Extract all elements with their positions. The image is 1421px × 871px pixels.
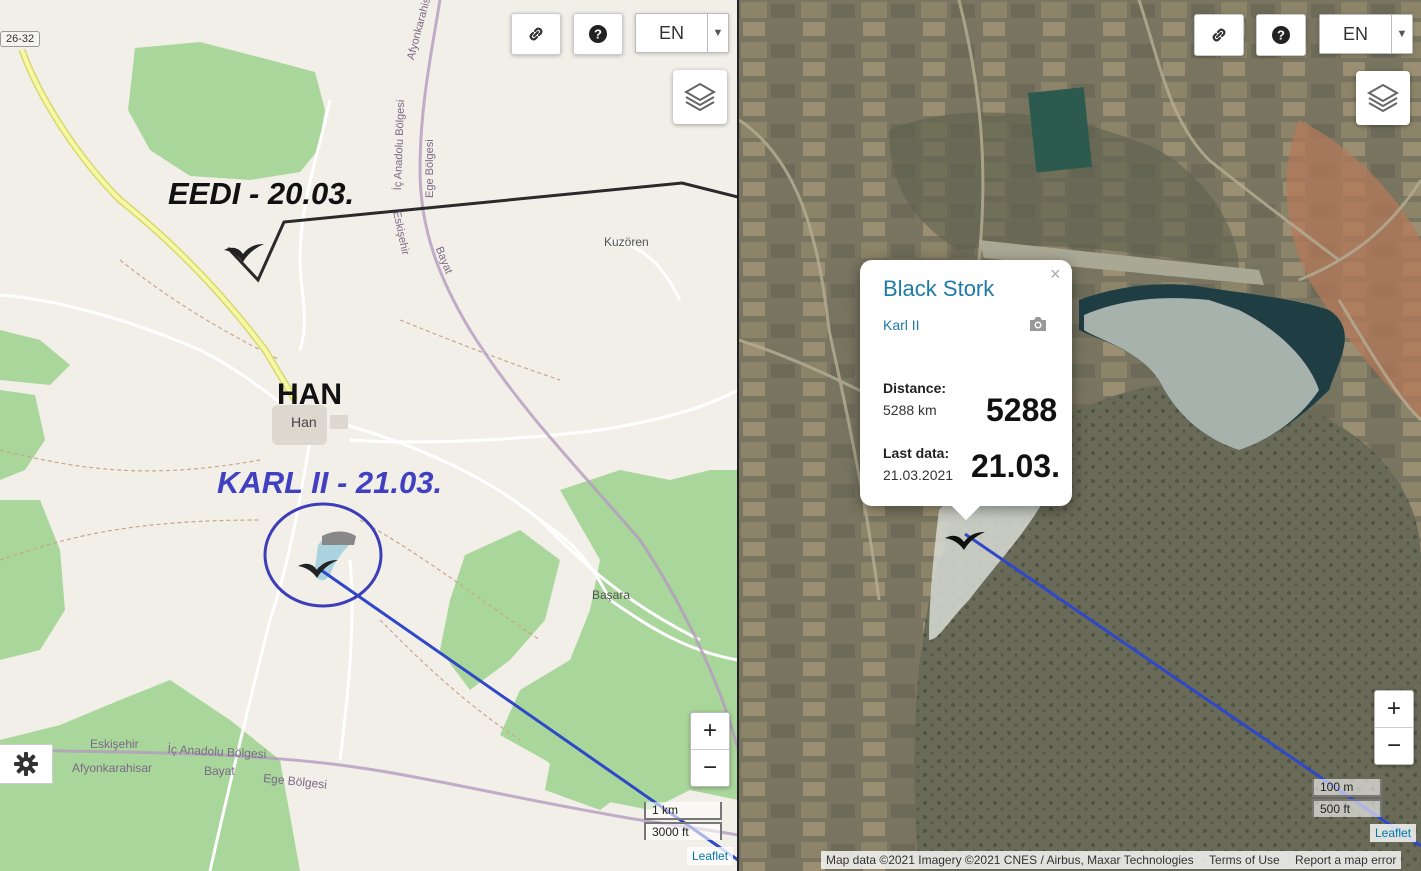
region-label-bayat: Bayat xyxy=(204,764,235,778)
lastdata-value: 21.03.2021 xyxy=(883,467,954,483)
bird-popup: × Black Stork Karl II Distance: 5288 km … xyxy=(860,260,1072,521)
language-select-right[interactable]: EN ▼ xyxy=(1319,14,1413,54)
leaflet-link[interactable]: Leaflet xyxy=(692,849,728,863)
report-error-link[interactable]: Report a map error xyxy=(1295,853,1396,867)
eedi-bird-marker-icon[interactable] xyxy=(224,244,264,262)
zoom-control-right: + − xyxy=(1374,690,1414,765)
satellite-map-pane[interactable]: ? EN ▼ + − 100 m 500 ft Leaflet Map data… xyxy=(739,0,1421,871)
scale-bar-right: 100 m 500 ft xyxy=(1312,779,1382,817)
town-label-big: HAN xyxy=(277,378,342,411)
attribution-data: Map data ©2021 Imagery ©2021 CNES / Airb… xyxy=(826,853,1194,867)
svg-text:?: ? xyxy=(594,27,602,42)
popup-bird-name[interactable]: Karl II xyxy=(883,317,920,333)
town-label-small: Han xyxy=(291,414,317,430)
distance-value: 5288 km xyxy=(883,402,937,418)
village-label-kuzoren: Kuzören xyxy=(604,235,649,249)
village-label-basara: Başara xyxy=(592,588,631,602)
dam xyxy=(322,531,356,545)
layers-icon xyxy=(1366,83,1400,113)
settings-button[interactable] xyxy=(0,744,53,784)
zoom-in-button-right[interactable]: + xyxy=(1375,691,1413,727)
layers-icon xyxy=(683,82,717,112)
zoom-in-button[interactable]: + xyxy=(691,713,729,749)
link-icon xyxy=(529,27,543,41)
imagery-attribution: Map data ©2021 Imagery ©2021 CNES / Airb… xyxy=(821,851,1402,869)
distance-big: 5288 xyxy=(986,392,1058,428)
share-link-button-right[interactable] xyxy=(1194,14,1244,56)
help-button[interactable]: ? xyxy=(573,13,623,55)
scale-imperial: 3000 ft xyxy=(644,822,722,840)
language-value: EN xyxy=(658,22,684,43)
annotation-karl: KARL II - 21.03. xyxy=(217,465,443,500)
scale-bar: 1 km 3000 ft xyxy=(644,802,722,840)
svg-text:?: ? xyxy=(1277,28,1285,43)
zoom-control: + − xyxy=(690,712,730,787)
layers-button[interactable] xyxy=(673,70,727,124)
leaflet-link-right[interactable]: Leaflet xyxy=(1375,826,1411,840)
region-label-afyonkarahisar: Afyonkarahisar xyxy=(72,761,153,775)
road-badge: 26-32 xyxy=(0,31,41,47)
zoom-out-button-right[interactable]: − xyxy=(1375,727,1413,764)
lastdata-big: 21.03. xyxy=(971,448,1060,484)
question-icon: ? xyxy=(589,25,607,43)
help-button-right[interactable]: ? xyxy=(1256,14,1306,56)
chevron-down-icon: ▼ xyxy=(707,14,728,52)
zoom-out-button[interactable]: − xyxy=(691,749,729,786)
link-icon xyxy=(1212,28,1226,42)
chevron-down-icon: ▼ xyxy=(1391,15,1412,53)
scale-imperial-right: 500 ft xyxy=(1312,799,1382,817)
language-select[interactable]: EN ▼ xyxy=(635,13,729,53)
scale-metric-right: 100 m xyxy=(1312,779,1382,797)
annotation-eedi: EEDI - 20.03. xyxy=(168,176,355,211)
language-value-right: EN xyxy=(1342,23,1368,44)
region-label-eskisehir: Eskişehir xyxy=(90,737,139,751)
lastdata-label: Last data: xyxy=(883,445,950,461)
street-map-pane[interactable]: 26-32 HAN Han Kuzören Başara Afyonkarahi… xyxy=(0,0,738,871)
gear-icon xyxy=(14,752,38,776)
popup-close-button[interactable]: × xyxy=(1050,264,1061,285)
layers-button-right[interactable] xyxy=(1356,71,1410,125)
camera-icon[interactable] xyxy=(1028,316,1048,332)
share-link-button[interactable] xyxy=(511,13,561,55)
attribution: Leaflet xyxy=(687,847,734,865)
boundary-label-ege: Ege Bölgesi xyxy=(424,139,436,198)
question-icon: ? xyxy=(1272,26,1290,44)
popup-species[interactable]: Black Stork xyxy=(883,276,994,302)
leaflet-attribution-right: Leaflet xyxy=(1370,824,1417,842)
terms-link[interactable]: Terms of Use xyxy=(1209,853,1280,867)
distance-label: Distance: xyxy=(883,380,947,396)
satellite-canvas xyxy=(739,0,1421,871)
scale-metric: 1 km xyxy=(644,802,722,820)
